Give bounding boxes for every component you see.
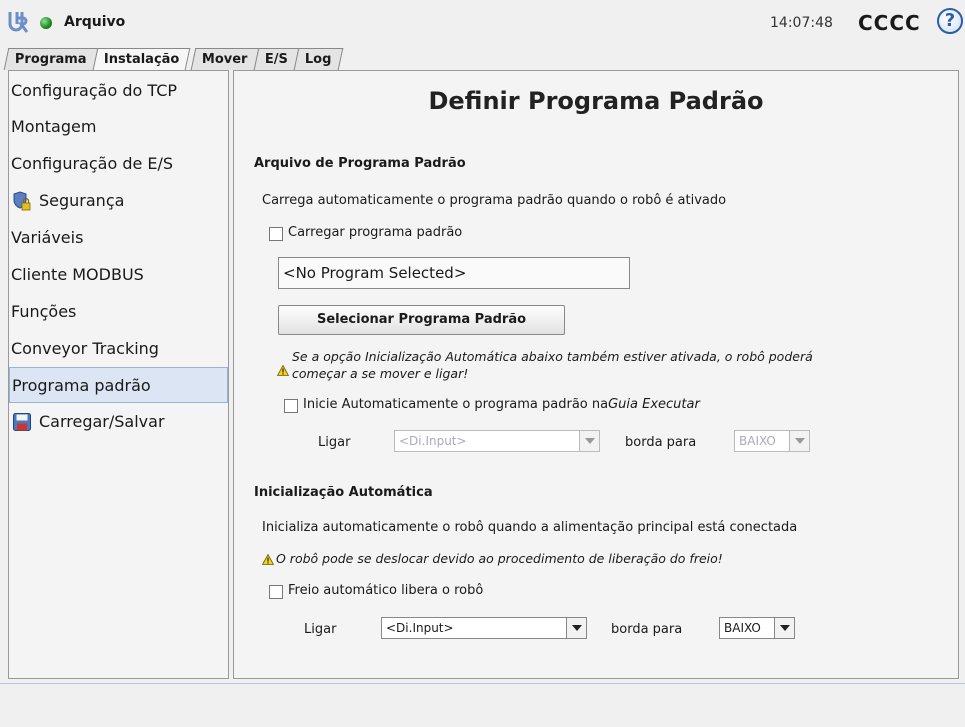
- warning-icon: [262, 554, 274, 565]
- chevron-down-icon: [774, 618, 794, 638]
- autostart-warning-line2: começar a se mover e ligar!: [292, 366, 469, 381]
- autostart-on-label: Ligar: [318, 435, 351, 450]
- sidebar-item-tcp[interactable]: Configuração do TCP: [9, 73, 228, 109]
- robot-name: CCCC: [858, 11, 921, 35]
- floppy-disk-icon: [13, 413, 31, 431]
- autostart-program-checkbox[interactable]: [284, 399, 298, 413]
- autostart-edge-label: borda para: [625, 435, 697, 450]
- clock: 14:07:48: [770, 15, 833, 31]
- sidebar-item-conveyor[interactable]: Conveyor Tracking: [9, 331, 228, 367]
- auto-init-edge-label: borda para: [611, 622, 683, 637]
- auto-brake-release-label: Freio automático libera o robô: [288, 583, 484, 598]
- tab-mover[interactable]: Mover: [190, 48, 260, 70]
- main-tabs: Programa Instalação Mover E/S Log: [3, 48, 343, 70]
- sidebar-item-default-program[interactable]: Programa padrão: [9, 367, 228, 403]
- tab-instalacao[interactable]: Instalação: [92, 48, 191, 70]
- footer-divider: [0, 683, 965, 684]
- autostart-input-select: <Di.Input>: [394, 430, 600, 452]
- shield-lock-icon: [13, 191, 31, 211]
- sidebar-item-features[interactable]: Funções: [9, 294, 228, 330]
- sidebar-item-io-setup[interactable]: Configuração de E/S: [9, 146, 228, 182]
- robot-status-icon: [40, 17, 52, 29]
- auto-init-section-title: Inicialização Automática: [254, 485, 433, 500]
- tab-programa[interactable]: Programa: [3, 48, 99, 70]
- sidebar-item-load-save[interactable]: Carregar/Salvar: [9, 404, 228, 440]
- chevron-down-icon: [789, 431, 809, 451]
- tab-es[interactable]: E/S: [253, 48, 300, 70]
- chevron-down-icon: [579, 431, 599, 451]
- sidebar-item-safety[interactable]: Segurança: [9, 183, 228, 219]
- help-icon[interactable]: ?: [937, 8, 963, 34]
- sidebar-item-mounting[interactable]: Montagem: [9, 109, 228, 145]
- select-default-program-button[interactable]: Selecionar Programa Padrão: [278, 305, 565, 335]
- tab-log[interactable]: Log: [293, 48, 343, 70]
- file-menu[interactable]: Arquivo: [64, 14, 125, 30]
- page-title: Definir Programa Padrão: [428, 87, 764, 115]
- brake-release-warning: O robô pode se deslocar devido ao proced…: [276, 551, 723, 566]
- auto-brake-release-checkbox[interactable]: [269, 585, 283, 599]
- autostart-edge-select: BAIXO: [734, 430, 810, 452]
- autostart-warning-line1: Se a opção Inicialização Automática abai…: [292, 349, 813, 364]
- autostart-program-label: Inicie Automaticamente o programa padrão…: [303, 397, 700, 412]
- ur-logo-icon: [8, 12, 29, 33]
- sidebar-item-modbus[interactable]: Cliente MODBUS: [9, 257, 228, 293]
- warning-icon: [277, 365, 289, 376]
- default-program-description: Carrega automaticamente o programa padrã…: [262, 193, 727, 208]
- chevron-down-icon: [566, 618, 586, 638]
- top-bar: Arquivo 14:07:48 CCCC ?: [0, 0, 965, 48]
- load-default-program-label: Carregar programa padrão: [288, 225, 463, 240]
- auto-init-description: Inicializa automaticamente o robô quando…: [262, 520, 798, 535]
- auto-init-input-select[interactable]: <Di.Input>: [381, 617, 587, 639]
- default-program-section-title: Arquivo de Programa Padrão: [254, 156, 466, 171]
- auto-init-on-label: Ligar: [304, 622, 337, 637]
- default-program-panel: Definir Programa Padrão Arquivo de Progr…: [233, 70, 959, 679]
- selected-program-field: <No Program Selected>: [278, 257, 630, 289]
- sidebar-item-variables[interactable]: Variáveis: [9, 220, 228, 256]
- installation-sidebar: Configuração do TCP Montagem Configuraçã…: [8, 70, 229, 679]
- load-default-program-checkbox[interactable]: [269, 227, 283, 241]
- auto-init-edge-select[interactable]: BAIXO: [719, 617, 795, 639]
